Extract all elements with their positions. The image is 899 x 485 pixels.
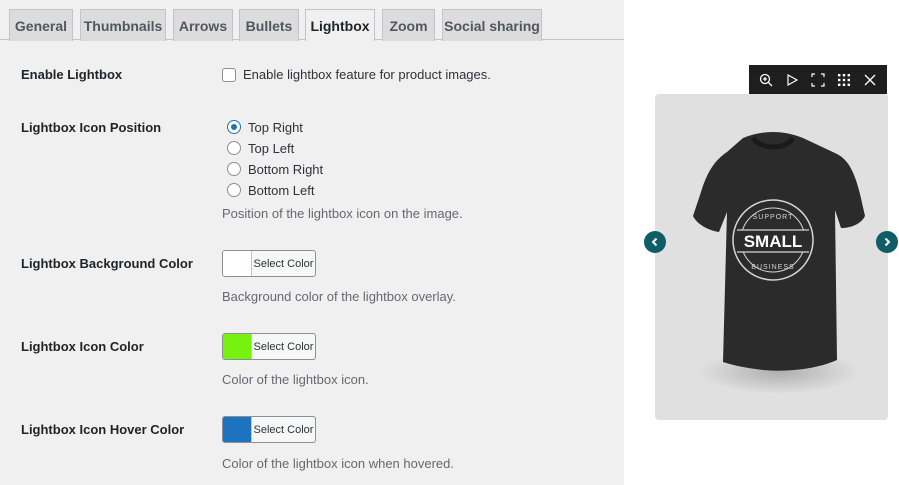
tab-arrows[interactable]: Arrows: [173, 9, 233, 41]
icon-color-description: Color of the lightbox icon.: [222, 372, 369, 387]
grid-icon[interactable]: [834, 70, 854, 90]
enable-lightbox-label: Enable Lightbox: [21, 67, 123, 82]
tab-social-sharing[interactable]: Social sharing: [442, 9, 542, 41]
tab-general[interactable]: General: [9, 9, 73, 41]
prev-arrow-icon[interactable]: [644, 231, 666, 253]
enable-lightbox-checkbox-label[interactable]: Enable lightbox feature for product imag…: [243, 67, 491, 82]
tshirt-image: SMALL SUPPORT BUSINESS: [693, 132, 865, 394]
shirt-main-text: SMALL: [744, 232, 803, 251]
radio-label-bottom-left[interactable]: Bottom Left: [248, 183, 314, 198]
radio-top-left[interactable]: [227, 141, 241, 155]
background-color-label: Lightbox Background Color: [21, 256, 193, 271]
background-color-description: Background color of the lightbox overlay…: [222, 289, 456, 304]
icon-color-picker[interactable]: Select Color: [222, 333, 316, 360]
hover-color-label: Lightbox Icon Hover Color: [21, 422, 185, 437]
fullscreen-icon[interactable]: [808, 70, 828, 90]
radio-bottom-right[interactable]: [227, 162, 241, 176]
lightbox-preview-card: SMALL SUPPORT BUSINESS: [655, 94, 888, 420]
radio-top-right[interactable]: [227, 120, 241, 134]
close-icon[interactable]: [860, 70, 880, 90]
icon-position-label: Lightbox Icon Position: [21, 120, 162, 135]
lightbox-toolbar: [749, 65, 887, 94]
zoom-in-icon[interactable]: [756, 70, 776, 90]
background-color-picker[interactable]: Select Color: [222, 250, 316, 277]
background-color-swatch: [223, 251, 252, 276]
enable-lightbox-checkbox[interactable]: [222, 68, 236, 82]
next-arrow-icon[interactable]: [876, 231, 898, 253]
hover-color-swatch: [223, 417, 252, 442]
radio-label-top-right[interactable]: Top Right: [248, 120, 303, 135]
select-color-label: Select Color: [253, 423, 314, 436]
shirt-top-text: SUPPORT: [753, 214, 794, 221]
select-color-label: Select Color: [253, 340, 314, 353]
hover-color-picker[interactable]: Select Color: [222, 416, 316, 443]
settings-panel: General Thumbnails Arrows Bullets Lightb…: [0, 0, 624, 485]
icon-color-swatch: [223, 334, 252, 359]
tab-bar: General Thumbnails Arrows Bullets Lightb…: [0, 0, 624, 41]
radio-bottom-left[interactable]: [227, 183, 241, 197]
play-icon[interactable]: [782, 70, 802, 90]
icon-position-description: Position of the lightbox icon on the ima…: [222, 206, 463, 221]
select-color-label: Select Color: [253, 257, 314, 270]
tab-zoom[interactable]: Zoom: [382, 9, 435, 41]
icon-color-label: Lightbox Icon Color: [21, 339, 144, 354]
shirt-bottom-text: BUSINESS: [751, 264, 794, 271]
radio-label-bottom-right[interactable]: Bottom Right: [248, 162, 323, 177]
hover-color-description: Color of the lightbox icon when hovered.: [222, 456, 454, 471]
radio-label-top-left[interactable]: Top Left: [248, 141, 294, 156]
tab-bullets[interactable]: Bullets: [239, 9, 299, 41]
tab-lightbox[interactable]: Lightbox: [305, 9, 375, 41]
tab-thumbnails[interactable]: Thumbnails: [80, 9, 166, 41]
